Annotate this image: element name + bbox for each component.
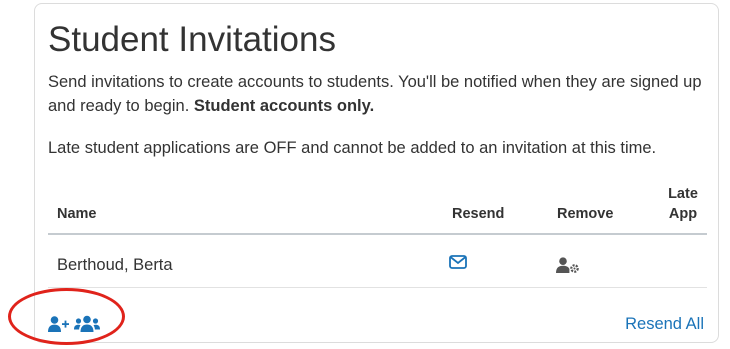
column-header-name: Name [57, 206, 97, 222]
column-header-resend: Resend [452, 206, 505, 222]
user-gear-icon[interactable] [556, 257, 580, 273]
envelope-icon[interactable] [449, 255, 467, 269]
annotation-highlight-ring [8, 288, 125, 345]
table-row-student-name: Berthoud, Berta [57, 256, 173, 274]
page-title: Student Invitations [48, 20, 336, 59]
column-header-remove: Remove [557, 206, 614, 222]
table-header-divider [48, 233, 707, 235]
invitation-description: Send invitations to create accounts to s… [48, 70, 712, 118]
student-invitations-card: Student Invitations Send invitations to … [34, 3, 719, 343]
resend-all-link[interactable]: Resend All [625, 313, 704, 335]
description-bold-text: Student accounts only. [193, 97, 375, 115]
description-text: Send invitations to create accounts to s… [48, 73, 702, 115]
column-header-late-line2: App [668, 206, 698, 222]
table-row-divider [48, 287, 707, 288]
late-applications-note: Late student applications are OFF and ca… [48, 139, 657, 157]
column-header-late-line1: Late [668, 186, 698, 202]
column-header-late-app: Late App [663, 184, 703, 224]
